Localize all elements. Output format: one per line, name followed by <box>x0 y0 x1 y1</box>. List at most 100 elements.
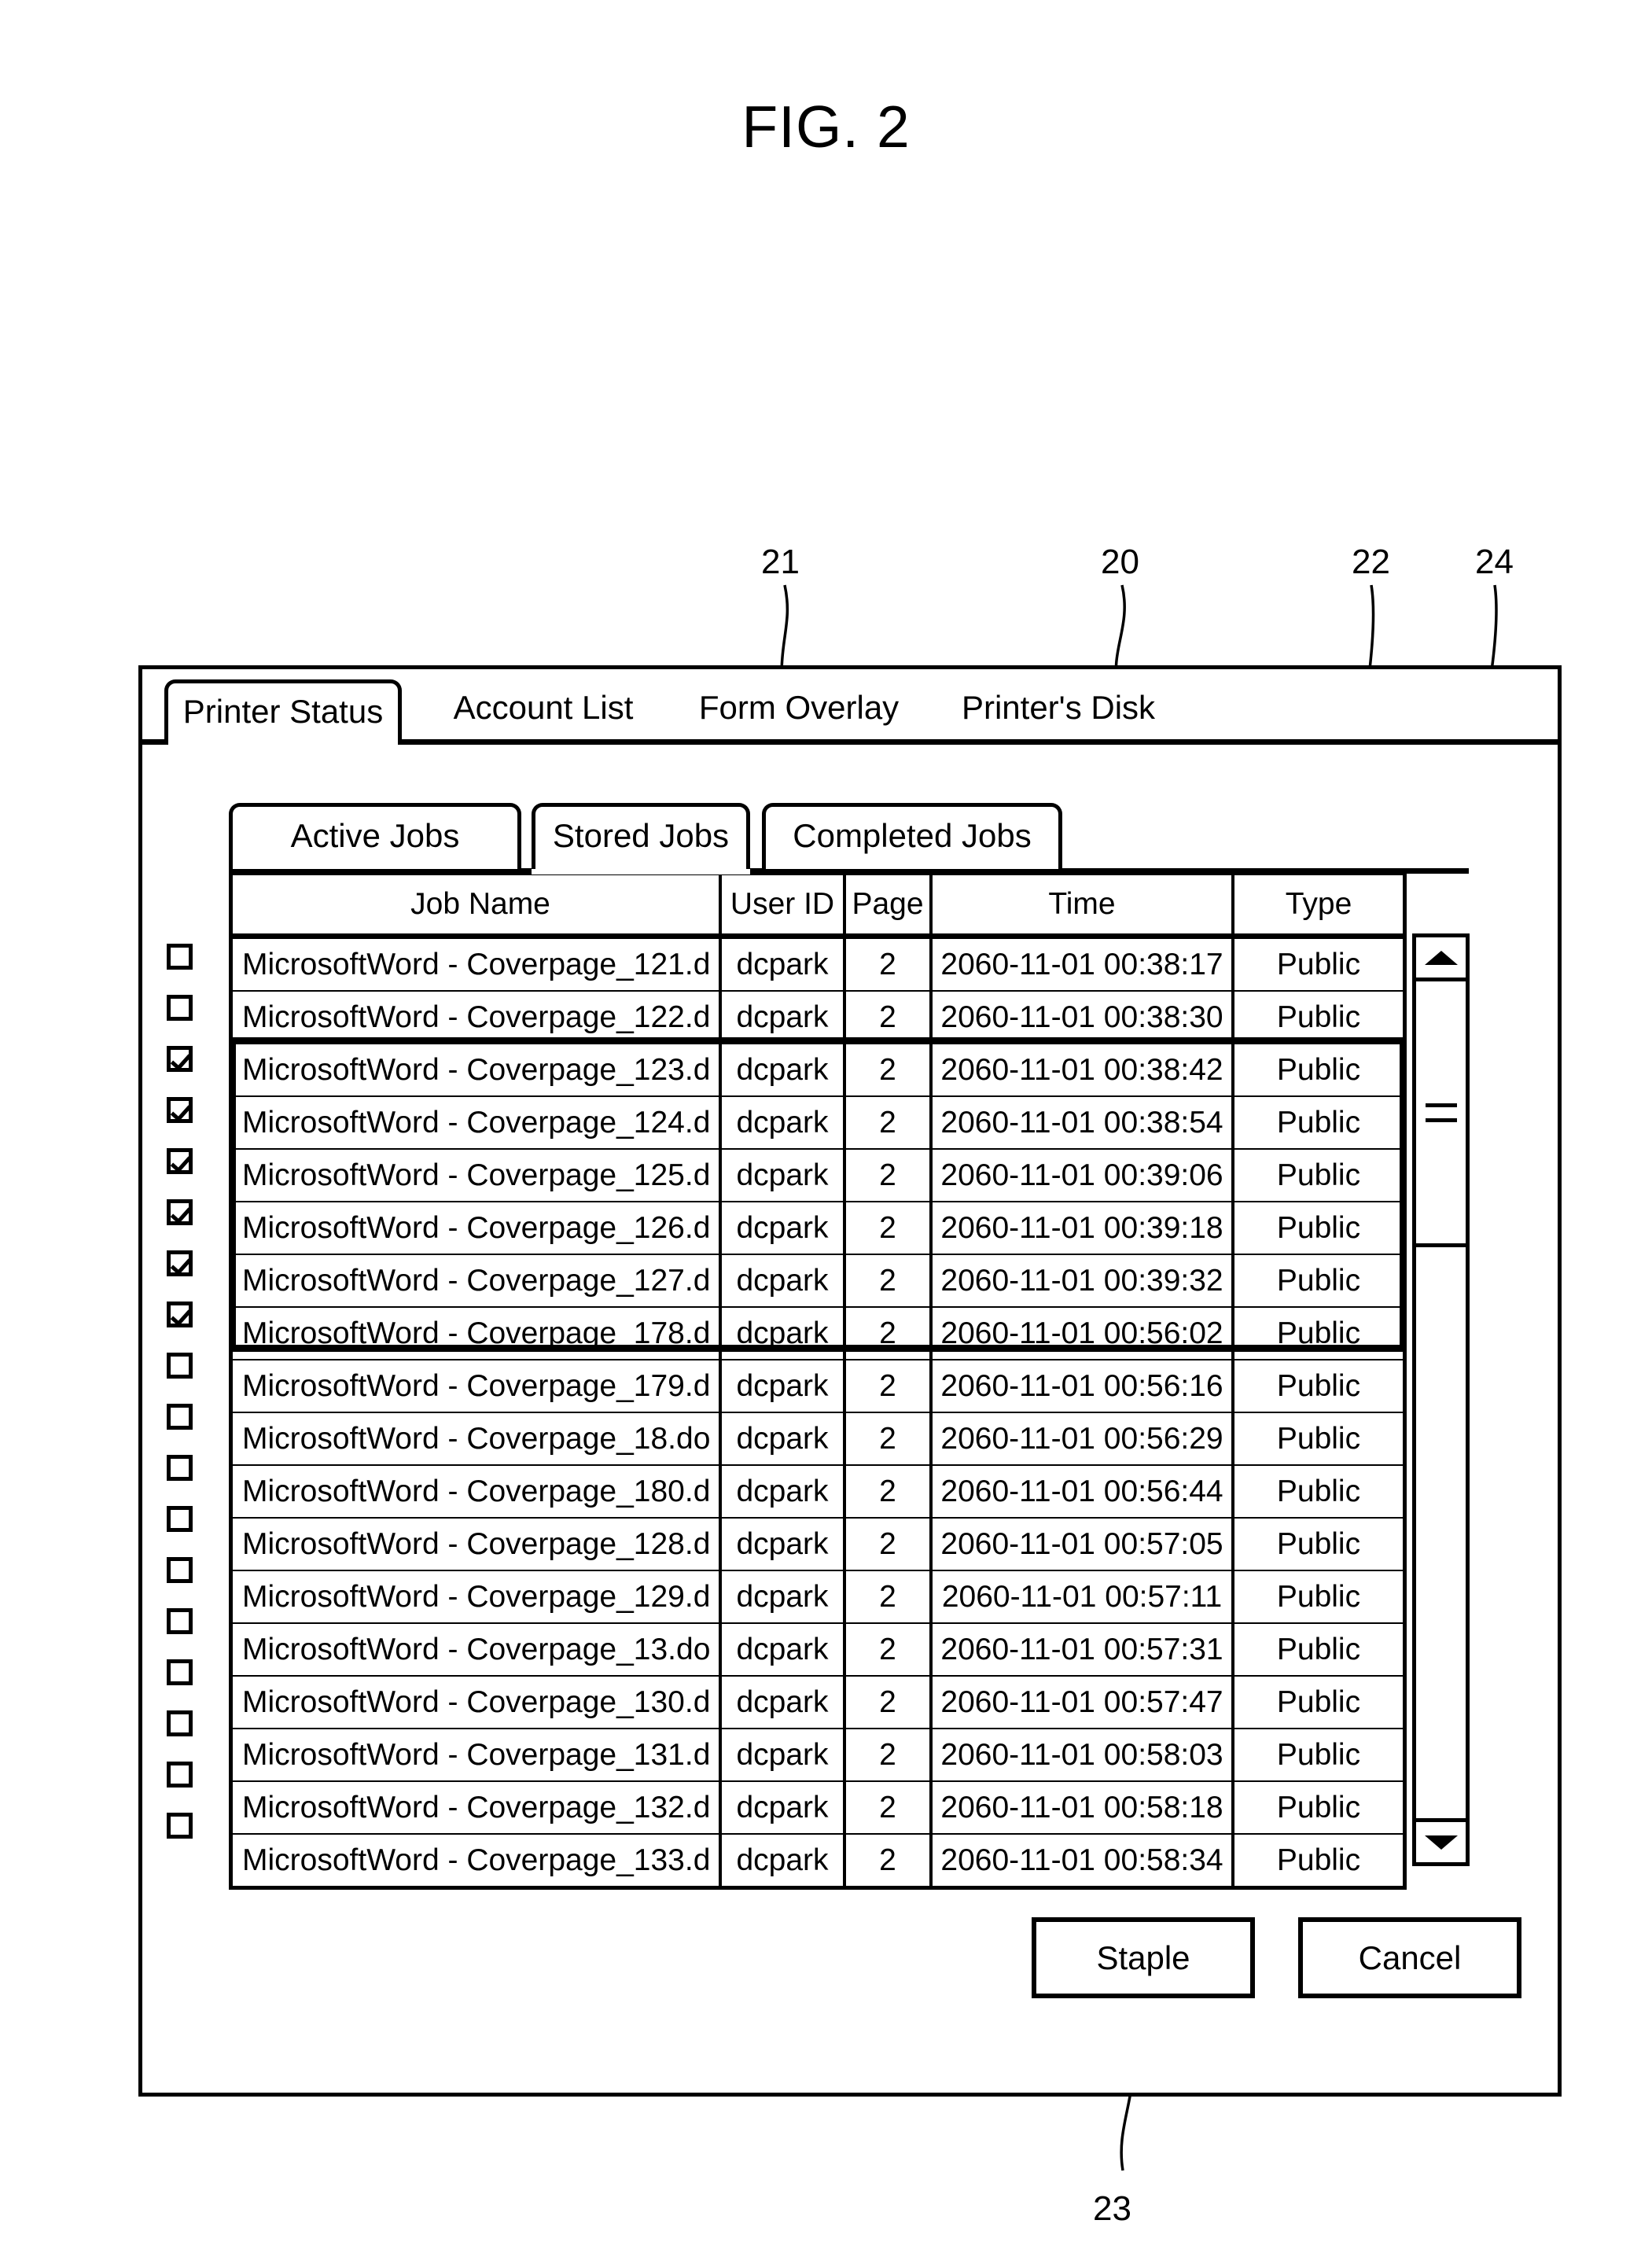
job-type-cell: Public <box>1231 1202 1403 1255</box>
job-name-cell: MicrosoftWord - Coverpage_123.d <box>233 1044 720 1097</box>
job-checkbox-cell[interactable] <box>140 1800 219 1851</box>
table-row[interactable]: MicrosoftWord - Coverpage_13.do dcpark 2 20… <box>233 1623 1403 1677</box>
job-checkbox-cell[interactable] <box>140 982 219 1033</box>
scrollbar-thumb[interactable] <box>1416 981 1466 1247</box>
scroll-up-button[interactable] <box>1416 937 1466 981</box>
job-name-cell: MicrosoftWord - Coverpage_128.d <box>233 1518 720 1571</box>
user-id-cell: dcpark <box>719 1149 844 1202</box>
table-row[interactable]: MicrosoftWord - Coverpage_126.d dcpark 2 20… <box>233 1202 1403 1255</box>
time-cell: 2060-11-01 00:56:44 <box>929 1465 1233 1519</box>
user-id-cell: dcpark <box>719 1729 844 1782</box>
tab-printer-status[interactable]: Printer Status <box>164 679 402 745</box>
job-selection-checkbox-column <box>140 871 219 1851</box>
user-id-cell: dcpark <box>719 1676 844 1729</box>
table-row[interactable]: MicrosoftWord - Coverpage_123.d dcpark 2 20… <box>233 1044 1403 1097</box>
cancel-button[interactable]: Cancel <box>1298 1917 1521 1998</box>
job-checkbox-cell[interactable] <box>140 1545 219 1596</box>
checkbox-unchecked-icon[interactable] <box>166 1813 193 1839</box>
job-checkbox-cell[interactable] <box>140 1493 219 1545</box>
job-checkbox-cell[interactable] <box>140 1033 219 1084</box>
time-cell: 2060-11-01 00:56:16 <box>929 1360 1233 1413</box>
checkbox-checked-icon[interactable] <box>166 1302 193 1327</box>
checkbox-unchecked-icon[interactable] <box>166 1608 193 1634</box>
column-header-time[interactable]: Time <box>929 875 1233 939</box>
job-checkbox-cell[interactable] <box>140 1749 219 1800</box>
table-row[interactable]: MicrosoftWord - Coverpage_18.do dcpark 2 20… <box>233 1412 1403 1466</box>
column-header-job-name[interactable]: Job Name <box>233 875 720 939</box>
tab-account-list[interactable]: Account List <box>429 679 657 745</box>
table-row[interactable]: MicrosoftWord - Coverpage_130.d dcpark 2 20… <box>233 1676 1403 1729</box>
checkbox-unchecked-icon[interactable] <box>166 1710 193 1736</box>
table-row[interactable]: MicrosoftWord - Coverpage_131.d dcpark 2 20… <box>233 1729 1403 1782</box>
job-name-cell: MicrosoftWord - Coverpage_131.d <box>233 1729 720 1782</box>
checkbox-unchecked-icon[interactable] <box>166 1762 193 1788</box>
checkbox-checked-icon[interactable] <box>166 1097 193 1123</box>
job-checkbox-cell[interactable] <box>140 1647 219 1698</box>
job-checkbox-cell[interactable] <box>140 1238 219 1289</box>
job-checkbox-cell[interactable] <box>140 1136 219 1187</box>
job-checkbox-cell[interactable] <box>140 931 219 982</box>
time-cell: 2060-11-01 00:39:32 <box>929 1254 1233 1308</box>
table-row[interactable]: MicrosoftWord - Coverpage_124.d dcpark 2 20… <box>233 1096 1403 1150</box>
table-row[interactable]: MicrosoftWord - Coverpage_129.d dcpark 2 20… <box>233 1570 1403 1624</box>
checkbox-unchecked-icon[interactable] <box>166 995 193 1021</box>
table-row[interactable]: MicrosoftWord - Coverpage_122.d dcpark 2 20… <box>233 991 1403 1044</box>
table-row[interactable]: MicrosoftWord - Coverpage_128.d dcpark 2 20… <box>233 1518 1403 1571</box>
job-type-cell: Public <box>1231 1781 1403 1835</box>
table-row[interactable]: MicrosoftWord - Coverpage_132.d dcpark 2 20… <box>233 1781 1403 1835</box>
checkbox-checked-icon[interactable] <box>166 1199 193 1225</box>
page-count-cell: 2 <box>843 1307 931 1360</box>
checkbox-unchecked-icon[interactable] <box>166 1506 193 1532</box>
job-type-cell: Public <box>1231 1149 1403 1202</box>
job-type-cell: Public <box>1231 1465 1403 1519</box>
job-type-cell: Public <box>1231 1676 1403 1729</box>
table-row[interactable]: MicrosoftWord - Coverpage_121.d dcpark 2 20… <box>233 936 1403 992</box>
job-checkbox-cell[interactable] <box>140 1289 219 1340</box>
job-checkbox-cell[interactable] <box>140 1340 219 1391</box>
job-checkbox-cell[interactable] <box>140 1084 219 1136</box>
user-id-cell: dcpark <box>719 1412 844 1466</box>
job-type-cell: Public <box>1231 1834 1403 1886</box>
checkbox-unchecked-icon[interactable] <box>166 944 193 970</box>
tab-printers-disk[interactable]: Printer's Disk <box>940 679 1176 745</box>
checkbox-unchecked-icon[interactable] <box>166 1455 193 1481</box>
user-id-cell: dcpark <box>719 1465 844 1519</box>
page-count-cell: 2 <box>843 1254 931 1308</box>
staple-button[interactable]: Staple <box>1032 1917 1255 1998</box>
table-row[interactable]: MicrosoftWord - Coverpage_125.d dcpark 2 20… <box>233 1149 1403 1202</box>
job-name-cell: MicrosoftWord - Coverpage_130.d <box>233 1676 720 1729</box>
time-cell: 2060-11-01 00:39:18 <box>929 1202 1233 1255</box>
job-checkbox-cell[interactable] <box>140 1187 219 1238</box>
table-row[interactable]: MicrosoftWord - Coverpage_179.d dcpark 2 20… <box>233 1360 1403 1413</box>
time-cell: 2060-11-01 00:56:02 <box>929 1307 1233 1360</box>
column-header-page[interactable]: Page <box>843 875 931 939</box>
column-header-user-id[interactable]: User ID <box>719 875 844 939</box>
table-header-row: Job Name User ID Page Time Type <box>233 875 1403 939</box>
tab-form-overlay[interactable]: Form Overlay <box>685 679 913 745</box>
job-checkbox-cell[interactable] <box>140 1442 219 1493</box>
checkbox-checked-icon[interactable] <box>166 1148 193 1174</box>
checkbox-unchecked-icon[interactable] <box>166 1557 193 1583</box>
tab-completed-jobs[interactable]: Completed Jobs <box>762 803 1062 869</box>
job-checkbox-cell[interactable] <box>140 1596 219 1647</box>
table-row[interactable]: MicrosoftWord - Coverpage_127.d dcpark 2 20… <box>233 1254 1403 1308</box>
checkbox-unchecked-icon[interactable] <box>166 1659 193 1685</box>
table-row[interactable]: MicrosoftWord - Coverpage_133.d dcpark 2 20… <box>233 1834 1403 1886</box>
checkbox-unchecked-icon[interactable] <box>166 1404 193 1430</box>
checkbox-column-header-spacer <box>140 871 219 931</box>
job-list-scrollbar[interactable] <box>1412 933 1470 1866</box>
tab-stored-jobs[interactable]: Stored Jobs <box>532 803 750 874</box>
page-count-cell: 2 <box>843 1623 931 1677</box>
table-row[interactable]: MicrosoftWord - Coverpage_178.d dcpark 2 20… <box>233 1307 1403 1360</box>
column-header-type[interactable]: Type <box>1231 875 1403 939</box>
checkbox-checked-icon[interactable] <box>166 1250 193 1276</box>
job-type-cell: Public <box>1231 1044 1403 1097</box>
scroll-down-button[interactable] <box>1416 1818 1466 1862</box>
job-checkbox-cell[interactable] <box>140 1391 219 1442</box>
tab-active-jobs[interactable]: Active Jobs <box>229 803 521 869</box>
job-type-cell: Public <box>1231 1254 1403 1308</box>
job-checkbox-cell[interactable] <box>140 1698 219 1749</box>
checkbox-checked-icon[interactable] <box>166 1046 193 1072</box>
table-row[interactable]: MicrosoftWord - Coverpage_180.d dcpark 2 20… <box>233 1465 1403 1519</box>
checkbox-unchecked-icon[interactable] <box>166 1353 193 1379</box>
